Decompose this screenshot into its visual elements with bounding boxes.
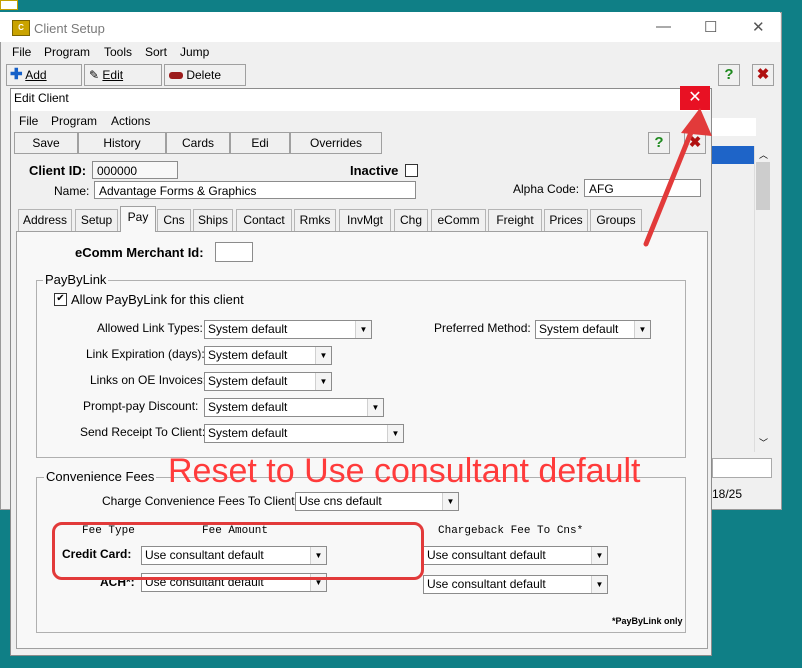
annotation-arrow <box>643 108 712 247</box>
arrow-shaft <box>643 117 699 247</box>
tab-pay[interactable]: Pay <box>120 206 156 232</box>
arrow-head <box>681 108 712 136</box>
